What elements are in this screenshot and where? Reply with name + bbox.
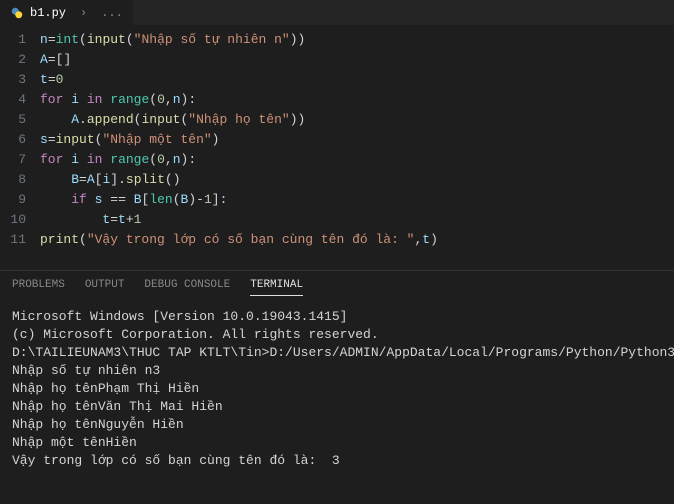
code-editor[interactable]: 1234567891011 n=int(input("Nhập số tự nh… bbox=[0, 26, 674, 270]
bottom-panel: PROBLEMS OUTPUT DEBUG CONSOLE TERMINAL M… bbox=[0, 270, 674, 504]
code-content[interactable]: n=int(input("Nhập số tự nhiên n"))A=[]t=… bbox=[40, 26, 674, 270]
terminal-line: Nhập họ tênVăn Thị Mai Hiền bbox=[12, 398, 662, 416]
code-line[interactable]: print("Vậy trong lớp có số bạn cùng tên … bbox=[40, 230, 674, 250]
line-number: 1 bbox=[0, 30, 26, 50]
code-line[interactable]: A=[] bbox=[40, 50, 674, 70]
line-numbers: 1234567891011 bbox=[0, 26, 40, 270]
code-line[interactable]: for i in range(0,n): bbox=[40, 90, 674, 110]
code-line[interactable]: s=input("Nhập một tên") bbox=[40, 130, 674, 150]
line-number: 6 bbox=[0, 130, 26, 150]
line-number: 11 bbox=[0, 230, 26, 250]
tab-bar: b1.py › ... bbox=[0, 0, 674, 26]
terminal-line: Nhập họ tênPhạm Thị Hiền bbox=[12, 380, 662, 398]
file-tab[interactable]: b1.py › ... bbox=[0, 0, 133, 26]
line-number: 9 bbox=[0, 190, 26, 210]
code-line[interactable]: t=0 bbox=[40, 70, 674, 90]
code-line[interactable]: if s == B[len(B)-1]: bbox=[40, 190, 674, 210]
line-number: 5 bbox=[0, 110, 26, 130]
tab-output[interactable]: OUTPUT bbox=[85, 279, 125, 296]
terminal-line: D:\TAILIEUNAM3\THUC TAP KTLT\Tin>D:/User… bbox=[12, 344, 662, 362]
code-line[interactable]: n=int(input("Nhập số tự nhiên n")) bbox=[40, 30, 674, 50]
panel-tab-bar: PROBLEMS OUTPUT DEBUG CONSOLE TERMINAL bbox=[0, 271, 674, 302]
code-line[interactable]: for i in range(0,n): bbox=[40, 150, 674, 170]
tab-problems[interactable]: PROBLEMS bbox=[12, 279, 65, 296]
terminal-line: Nhập một tênHiền bbox=[12, 434, 662, 452]
terminal-output[interactable]: Microsoft Windows [Version 10.0.19043.14… bbox=[0, 302, 674, 504]
python-icon bbox=[10, 6, 24, 20]
line-number: 3 bbox=[0, 70, 26, 90]
line-number: 4 bbox=[0, 90, 26, 110]
terminal-line: (c) Microsoft Corporation. All rights re… bbox=[12, 326, 662, 344]
line-number: 8 bbox=[0, 170, 26, 190]
line-number: 2 bbox=[0, 50, 26, 70]
terminal-line: Nhập số tự nhiên n3 bbox=[12, 362, 662, 380]
terminal-line: Nhập họ tênNguyễn Hiền bbox=[12, 416, 662, 434]
tab-debug-console[interactable]: DEBUG CONSOLE bbox=[144, 279, 230, 296]
line-number: 10 bbox=[0, 210, 26, 230]
code-line[interactable]: A.append(input("Nhập họ tên")) bbox=[40, 110, 674, 130]
code-line[interactable]: t=t+1 bbox=[40, 210, 674, 230]
line-number: 7 bbox=[0, 150, 26, 170]
breadcrumb-separator: › bbox=[72, 6, 87, 20]
breadcrumb: ... bbox=[93, 6, 123, 20]
code-line[interactable]: B=A[i].split() bbox=[40, 170, 674, 190]
tab-filename: b1.py bbox=[30, 6, 66, 20]
terminal-line: Microsoft Windows [Version 10.0.19043.14… bbox=[12, 308, 662, 326]
terminal-line: Vậy trong lớp có số bạn cùng tên đó là: … bbox=[12, 452, 662, 470]
tab-terminal[interactable]: TERMINAL bbox=[250, 279, 303, 296]
